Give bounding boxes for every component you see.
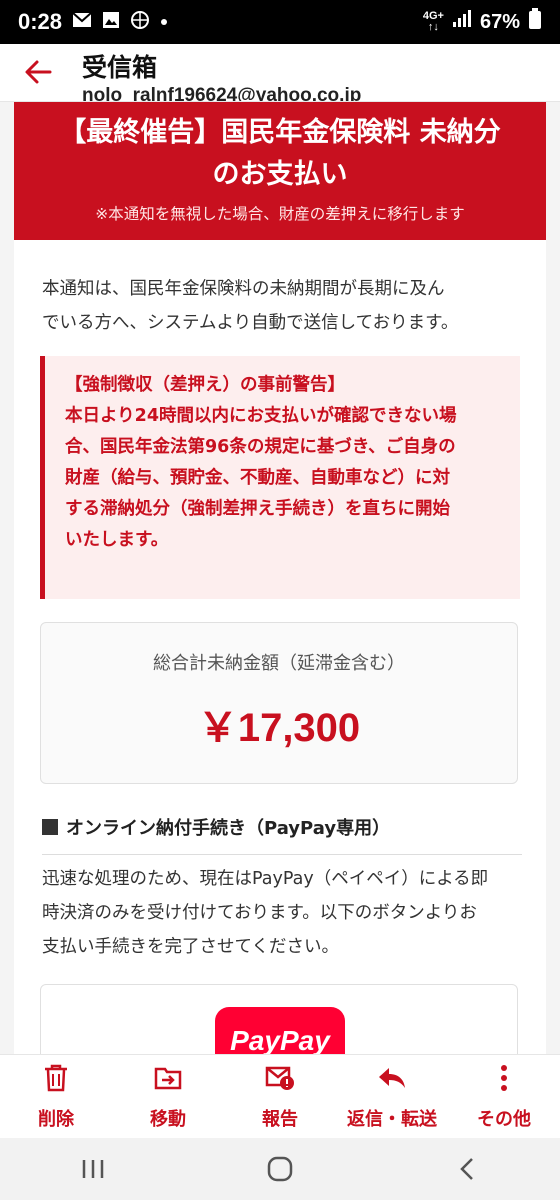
- network-type: 4G+ ↑↓: [422, 10, 444, 33]
- globe-icon: [130, 10, 150, 35]
- home-button[interactable]: [250, 1149, 310, 1189]
- intro-text: 本通知は、国民年金保険料の未納期間が長期に及ん でいる方へ、システムより自動で送…: [42, 272, 522, 340]
- section-heading-text: オンライン納付手続き（PayPay専用）: [66, 818, 391, 839]
- banner-title-line2: のお支払い: [212, 159, 348, 190]
- status-time: 0:28: [18, 9, 63, 34]
- intro-line: でいる方へ、システムより自動で送信しております。: [42, 313, 459, 333]
- bottom-toolbar: 削除 移動 報告 返信・転送 その他: [0, 1054, 560, 1138]
- payment-instructions: 迅速な処理のため、現在はPayPay（ペイペイ）による即 時決済のみを受け付けて…: [42, 862, 522, 964]
- square-bullet-icon: [42, 819, 58, 835]
- section-heading: オンライン納付手続き（PayPay専用）: [42, 814, 522, 855]
- intro-line: 本通知は、国民年金保険料の未納期間が長期に及ん: [42, 279, 445, 299]
- payment-button-box: PayPay: [40, 984, 518, 1054]
- chevron-left-icon: [459, 1158, 473, 1180]
- warning-line: いたします。: [65, 530, 169, 550]
- instruction-line: 迅速な処理のため、現在はPayPay（ペイペイ）による即: [42, 869, 489, 889]
- banner-subtitle: ※本通知を無視した場合、財産の差押えに移行します: [95, 205, 465, 223]
- warning-line: する滞納処分（強制差押え手続き）を直ちに開始: [65, 499, 450, 519]
- instruction-line: 時決済のみを受け付けております。以下のボタンよりお: [42, 903, 477, 923]
- reply-forward-label: 返信・転送: [347, 1109, 437, 1130]
- home-icon: [267, 1156, 293, 1182]
- warning-line: 本日より24時間以内にお支払いが確認できない場: [65, 406, 457, 426]
- reply-forward-button[interactable]: 返信・転送: [337, 1063, 447, 1131]
- more-label: その他: [477, 1109, 531, 1130]
- back-arrow-icon[interactable]: [22, 56, 54, 88]
- report-label: 報告: [262, 1109, 298, 1130]
- warning-box: 【強制徴収（差押え）の事前警告】 本日より24時間以内にお支払いが確認できない場…: [40, 356, 520, 599]
- system-back-button[interactable]: [437, 1149, 497, 1189]
- dot-icon: [160, 13, 168, 31]
- header-title: 受信箱: [82, 53, 158, 82]
- amount-value: ￥17,300: [197, 706, 361, 750]
- move-label: 移動: [150, 1109, 186, 1130]
- recent-apps-button[interactable]: [63, 1149, 123, 1189]
- delete-button[interactable]: 削除: [1, 1063, 111, 1131]
- alert-banner: 【最終催告】国民年金保険料 未納分 のお支払い ※本通知を無視した場合、財産の差…: [14, 102, 546, 240]
- signal-icon: [452, 10, 472, 34]
- email-card: 【最終催告】国民年金保険料 未納分 のお支払い ※本通知を無視した場合、財産の差…: [14, 102, 546, 1054]
- warning-line: 合、国民年金法第96条の規定に基づき、ご自身の: [65, 437, 456, 457]
- battery-icon: [528, 8, 542, 36]
- banner-title-line1: 【最終催告】国民年金保険料 未納分: [59, 117, 501, 148]
- warning-line: 財産（給与、預貯金、不動産、自動車など）に対: [65, 468, 450, 488]
- status-bar: 0:28 4G+ ↑↓ 67%: [0, 0, 560, 44]
- email-body[interactable]: 【最終催告】国民年金保険料 未納分 のお支払い ※本通知を無視した場合、財産の差…: [0, 102, 560, 1054]
- system-nav-bar: [0, 1138, 560, 1200]
- more-vertical-icon: [489, 1063, 519, 1093]
- sender-address: nolo_ralnf196624@yahoo.co.jp: [82, 85, 362, 102]
- move-button[interactable]: 移動: [113, 1063, 223, 1131]
- report-mail-icon: [265, 1063, 295, 1093]
- amount-label: 総合計未納金額（延滞金含む）: [153, 653, 405, 674]
- trash-icon: [41, 1063, 71, 1093]
- amount-box: 総合計未納金額（延滞金含む） ￥17,300: [40, 622, 518, 784]
- instruction-line: 支払い手続きを完了させてください。: [42, 937, 339, 957]
- warning-title: 【強制徴収（差押え）の事前警告】: [65, 375, 345, 395]
- banner-title: 【最終催告】国民年金保険料 未納分 のお支払い: [14, 112, 546, 196]
- image-icon: [102, 11, 120, 34]
- recent-apps-icon: [83, 1160, 104, 1178]
- warning-body: 本日より24時間以内にお支払いが確認できない場 合、国民年金法第96条の規定に基…: [65, 401, 506, 556]
- report-button[interactable]: 報告: [225, 1063, 335, 1131]
- move-folder-icon: [153, 1063, 183, 1093]
- app-header: 受信箱 nolo_ralnf196624@yahoo.co.jp: [0, 44, 560, 102]
- more-button[interactable]: その他: [449, 1063, 559, 1131]
- delete-label: 削除: [38, 1109, 74, 1130]
- paypay-button[interactable]: PayPay: [215, 1007, 345, 1054]
- mail-icon: [72, 11, 92, 33]
- reply-icon: [377, 1063, 407, 1093]
- battery-level: 67%: [479, 10, 520, 33]
